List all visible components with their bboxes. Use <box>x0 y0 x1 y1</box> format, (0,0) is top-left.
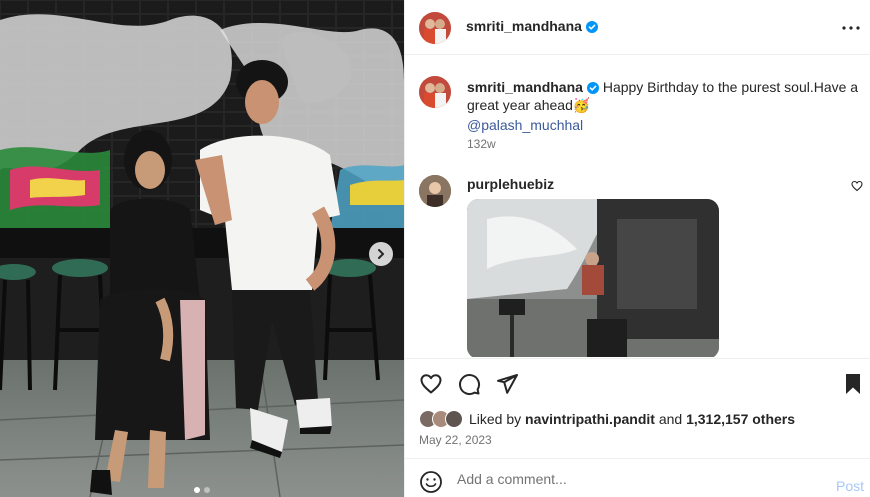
heart-outline-icon[interactable] <box>419 372 443 396</box>
verified-badge-icon <box>586 82 599 94</box>
likes-count-link[interactable]: 1,312,157 others <box>686 411 795 427</box>
paper-plane-icon[interactable] <box>495 372 519 396</box>
gif-image <box>467 199 719 357</box>
more-options-button[interactable] <box>839 16 863 40</box>
post-actions: Liked by navintripathi.pandit and 1,312,… <box>405 358 870 458</box>
carousel-dot-2 <box>204 487 210 493</box>
commenter-username[interactable]: purplehuebiz <box>467 176 554 192</box>
comment-like-icon[interactable] <box>851 180 863 192</box>
post-media[interactable] <box>0 0 404 497</box>
comment-bubble-icon[interactable] <box>457 372 481 396</box>
caption-text-block: smriti_mandhana Happy Birthday to the pu… <box>467 78 865 134</box>
add-comment-bar: Post <box>405 458 870 497</box>
comment-gif[interactable] <box>467 199 719 357</box>
chevron-right-icon <box>378 249 384 259</box>
post-photo <box>0 0 404 497</box>
author-username[interactable]: smriti_mandhana <box>466 18 598 34</box>
post-details-panel: smriti_mandhana smriti_mandhana Happy Bi… <box>404 0 870 497</box>
caption-timestamp[interactable]: 132w <box>467 137 496 151</box>
author-avatar[interactable] <box>419 12 451 44</box>
post-header: smriti_mandhana <box>405 0 870 55</box>
emoji-icon[interactable] <box>419 470 443 494</box>
comments-list[interactable]: smriti_mandhana Happy Birthday to the pu… <box>405 56 870 357</box>
likes-summary: Liked by navintripathi.pandit and 1,312,… <box>419 409 795 429</box>
comment-input[interactable] <box>457 468 817 490</box>
bookmark-filled-icon[interactable] <box>841 372 865 396</box>
liker-username[interactable]: navintripathi.pandit <box>525 411 655 427</box>
post-comment-button[interactable]: Post <box>836 478 864 494</box>
post-date[interactable]: May 22, 2023 <box>419 433 492 447</box>
more-horizontal-icon <box>842 26 860 30</box>
commenter-avatar[interactable] <box>419 175 451 207</box>
carousel-next-button[interactable] <box>369 242 393 266</box>
caption-mention-link[interactable]: @palash_muchhal <box>467 116 865 134</box>
liker-avatar <box>445 410 463 428</box>
caption-username[interactable]: smriti_mandhana <box>467 79 583 95</box>
carousel-dot-1 <box>194 487 200 493</box>
verified-badge-icon <box>585 21 598 33</box>
caption-avatar[interactable] <box>419 76 451 108</box>
carousel-indicator <box>0 487 404 493</box>
likes-text: Liked by navintripathi.pandit and 1,312,… <box>469 411 796 427</box>
liker-avatars[interactable] <box>419 410 463 428</box>
